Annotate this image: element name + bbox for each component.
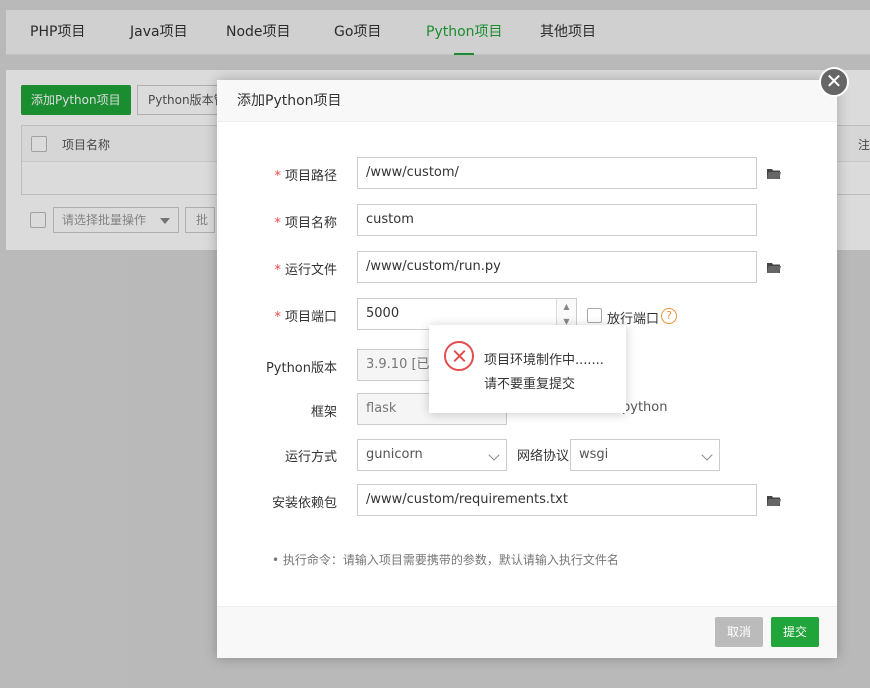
port-value: 5000 [366, 306, 400, 321]
python-version-label: Python版本 [265, 361, 337, 376]
requirements-input[interactable]: /www/custom/requirements.txt [357, 484, 757, 516]
error-icon [444, 341, 474, 371]
close-icon[interactable]: ✕ [819, 67, 849, 97]
project-name-label: * 项目名称 [274, 216, 337, 231]
run-mode-select[interactable]: gunicorn [357, 439, 507, 471]
run-mode-label: 运行方式 [284, 450, 337, 465]
chevron-down-icon [488, 449, 500, 461]
command-tip: • 执行命令：请输入项目需要携带的参数，默认请输入执行文件名 [272, 553, 619, 567]
run-file-label: * 运行文件 [274, 263, 337, 278]
open-port-checkbox[interactable] [587, 308, 602, 323]
cancel-button[interactable]: 取消 [714, 617, 763, 647]
project-path-label: * 项目路径 [274, 169, 337, 184]
help-icon[interactable]: ? [661, 308, 677, 324]
framework-extra-text: python [622, 400, 668, 415]
folder-icon[interactable] [767, 262, 781, 273]
folder-icon[interactable] [767, 168, 781, 179]
increment-icon[interactable]: ▲ [557, 299, 576, 314]
chevron-down-icon [701, 449, 713, 461]
project-port-label: * 项目端口 [274, 310, 337, 325]
protocol-select[interactable]: wsgi [570, 439, 720, 471]
loading-toast: 项目环境制作中....... 请不要重复提交 [429, 325, 626, 413]
submit-button[interactable]: 提交 [770, 617, 819, 647]
toast-message-line1: 项目环境制作中....... [484, 353, 604, 368]
project-name-input[interactable]: custom [357, 204, 757, 236]
project-path-input[interactable]: /www/custom/ [357, 157, 757, 189]
framework-label: 框架 [310, 405, 337, 420]
run-file-input[interactable]: /www/custom/run.py [357, 251, 757, 283]
toast-message-line2: 请不要重复提交 [484, 377, 576, 392]
run-mode-value: gunicorn [366, 447, 423, 462]
folder-icon[interactable] [767, 495, 781, 506]
requirements-label: 安装依赖包 [271, 496, 337, 511]
dialog-footer: 取消 提交 [217, 606, 837, 658]
protocol-value: wsgi [579, 447, 609, 462]
protocol-label: 网络协议 [517, 449, 570, 464]
dialog-title: 添加Python项目 [217, 80, 837, 122]
